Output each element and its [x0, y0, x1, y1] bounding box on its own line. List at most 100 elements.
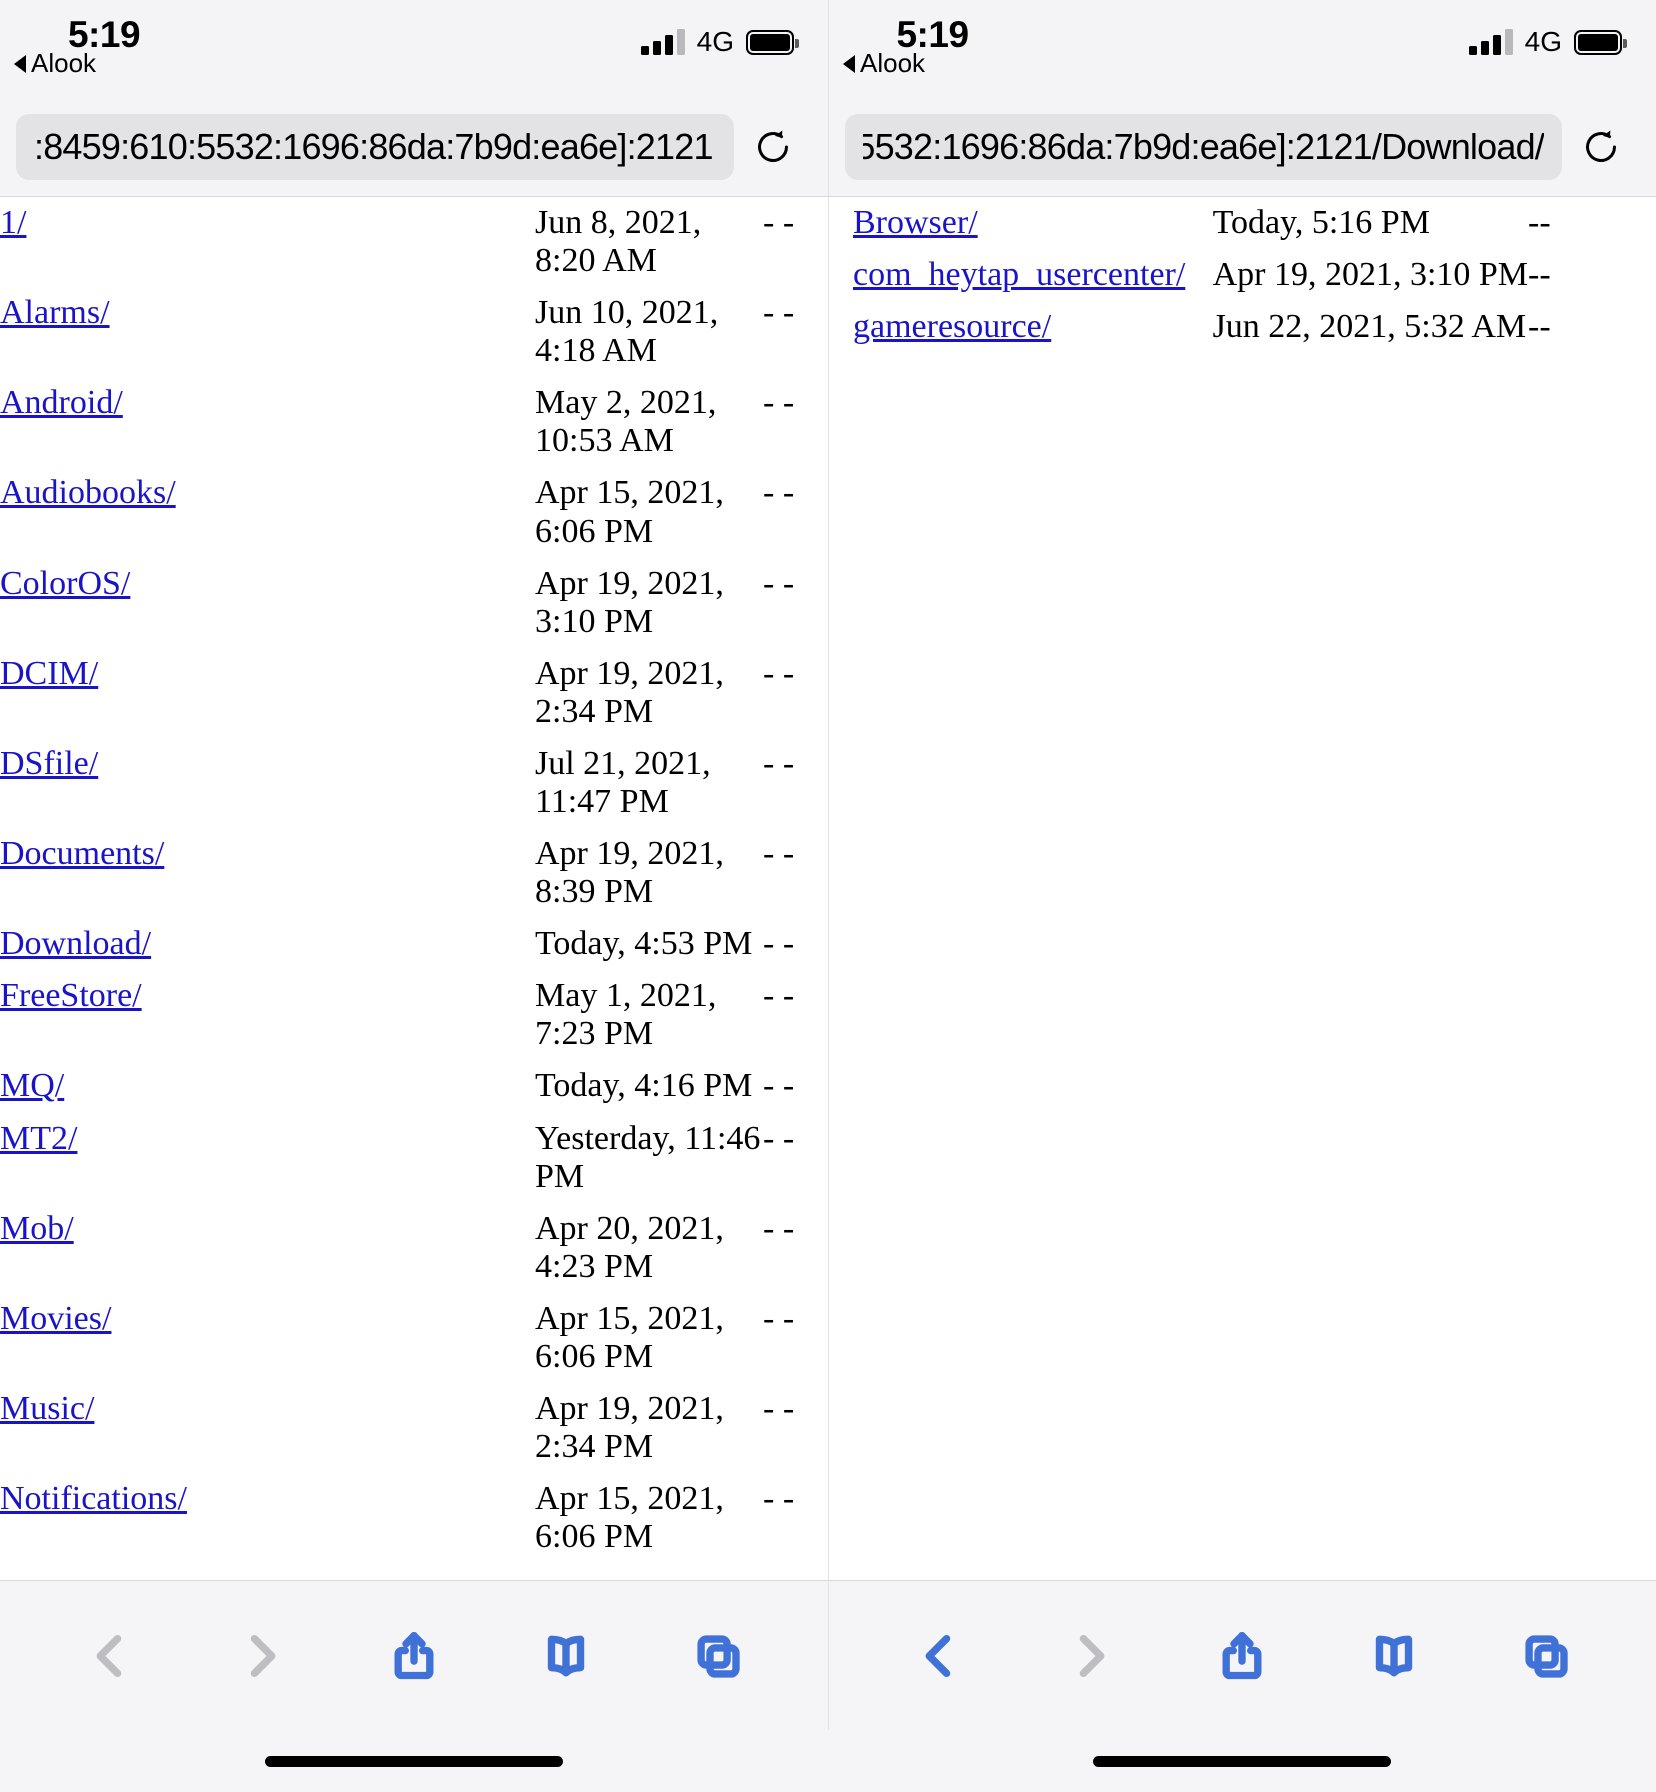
directory-link[interactable]: 1/	[0, 204, 26, 241]
size-cell: - -	[763, 744, 795, 782]
file-name-cell: DCIM/	[0, 648, 535, 738]
back-triangle-icon	[843, 54, 855, 73]
home-indicator[interactable]	[265, 1755, 563, 1767]
size-cell: - -	[763, 564, 795, 602]
table-row: Alarms/Jun 10, 2021, 4:18 AM - -	[0, 287, 800, 377]
back-to-app-link-left[interactable]: Alook	[14, 48, 96, 79]
home-indicator[interactable]	[1093, 1755, 1391, 1767]
back-triangle-icon	[14, 54, 26, 73]
directory-link[interactable]: ColorOS/	[0, 565, 130, 602]
table-row: Android/May 2, 2021, 10:53 AM - -	[0, 377, 800, 467]
directory-link[interactable]: Notifications/	[0, 1480, 187, 1517]
size-cell: - -	[763, 654, 795, 692]
size-cell: - -	[763, 1390, 795, 1428]
book-icon	[1376, 1635, 1413, 1676]
modified-date-cell: Apr 15, 2021, 6:06 PM	[535, 1480, 724, 1556]
file-name-cell: MQ/	[0, 1060, 535, 1112]
table-row: Movies/Apr 15, 2021, 6:06 PM - -	[0, 1293, 800, 1383]
file-name-cell: FreeStore/	[0, 970, 535, 1060]
back-to-app-link-right[interactable]: Alook	[843, 48, 925, 79]
modified-date-cell: Today, 5:16 PM	[1212, 204, 1430, 241]
chevron-right-icon	[250, 1634, 276, 1677]
share-button[interactable]	[1201, 1615, 1283, 1697]
directory-link[interactable]: Browser/	[853, 204, 978, 241]
file-name-cell: 1/	[0, 197, 535, 287]
directory-link[interactable]: DCIM/	[0, 655, 98, 692]
book-icon	[547, 1635, 585, 1676]
table-row: MT2/Yesterday, 11:46 PM - -	[0, 1113, 800, 1203]
file-name-cell: Download/	[0, 918, 535, 970]
forward-button[interactable]	[221, 1615, 303, 1697]
left-directory-listing-pane[interactable]: 1/Jun 8, 2021, 8:20 AM - - Alarms/Jun 10, …	[0, 197, 828, 1580]
directory-link[interactable]: DSfile/	[0, 745, 98, 782]
back-to-app-label: Alook	[31, 48, 97, 78]
size-cell: - -	[763, 977, 795, 1015]
tabs-icon	[697, 1634, 740, 1678]
table-row: DSfile/Jul 21, 2021, 11:47 PM - -	[0, 738, 800, 828]
right-listing-table: Browser/Today, 5:16 PM -- com_heytap_userc…	[829, 197, 1589, 353]
file-name-cell: Documents/	[0, 828, 535, 918]
directory-link[interactable]: Download/	[0, 925, 151, 962]
right-url-field[interactable]: 5532:1696:86da:7b9d:ea6e]:2121/Download/	[845, 114, 1562, 180]
tabs-button[interactable]	[677, 1615, 759, 1697]
table-row: ColorOS/Apr 19, 2021, 3:10 PM - -	[0, 558, 800, 648]
size-cell: - -	[763, 294, 795, 332]
content-row: 1/Jun 8, 2021, 8:20 AM - - Alarms/Jun 10, …	[0, 196, 1656, 1580]
right-directory-listing-pane[interactable]: Browser/Today, 5:16 PM -- com_heytap_userc…	[828, 197, 1656, 1580]
right-url-text: 5532:1696:86da:7b9d:ea6e]:2121/Download/	[863, 126, 1544, 167]
size-cell: --	[1528, 308, 1551, 346]
modified-date-cell: Apr 19, 2021, 3:10 PM	[535, 564, 724, 640]
modified-date-cell: Apr 15, 2021, 6:06 PM	[535, 1299, 724, 1375]
right-url-row: 5532:1696:86da:7b9d:ea6e]:2121/Download/	[829, 114, 1656, 180]
directory-link[interactable]: com_heytap_usercenter/	[853, 256, 1185, 293]
file-name-cell: Alarms/	[0, 287, 535, 377]
left-url-field[interactable]: :8459:610:5532:1696:86da:7b9d:ea6e]:2121	[16, 114, 734, 180]
directory-link[interactable]: FreeStore/	[0, 977, 142, 1014]
chevron-left-icon	[96, 1634, 122, 1677]
table-row: FreeStore/May 1, 2021, 7:23 PM - -	[0, 970, 800, 1060]
file-name-cell: Android/	[0, 377, 535, 467]
size-cell: - -	[763, 204, 795, 241]
modified-date-cell: Today, 4:53 PM	[535, 925, 753, 963]
directory-link[interactable]: MT2/	[0, 1120, 77, 1157]
forward-button[interactable]	[1050, 1615, 1132, 1697]
modified-date-cell: May 1, 2021, 7:23 PM	[535, 977, 717, 1053]
tabs-button[interactable]	[1505, 1615, 1587, 1697]
browser-chrome-row: 5:19 4G Alook :8459:610:5532:1696:86da:7…	[0, 0, 1656, 196]
directory-link[interactable]: Music/	[0, 1390, 94, 1427]
modified-date-cell: Yesterday, 11:46 PM	[535, 1119, 761, 1195]
directory-link[interactable]: Android/	[0, 384, 123, 421]
size-cell: - -	[763, 1119, 795, 1157]
file-name-cell: Movies/	[0, 1293, 535, 1383]
share-button[interactable]	[373, 1615, 455, 1697]
bookmarks-button[interactable]	[525, 1615, 607, 1697]
size-cell: - -	[763, 925, 795, 963]
directory-link[interactable]: Documents/	[0, 835, 164, 872]
right-pane-chrome: 5:19 4G Alook 5532:1696:86da:7b9d:ea6e]:…	[828, 0, 1656, 196]
left-reload-button[interactable]	[734, 114, 812, 180]
modified-date-cell: Apr 20, 2021, 4:23 PM	[535, 1209, 724, 1285]
directory-link[interactable]: Audiobooks/	[0, 474, 176, 511]
table-row: Mob/Apr 20, 2021, 4:23 PM - -	[0, 1203, 800, 1293]
table-row: 1/Jun 8, 2021, 8:20 AM - -	[0, 197, 800, 287]
size-cell: --	[1528, 256, 1551, 294]
right-reload-button[interactable]	[1562, 114, 1640, 180]
back-button[interactable]	[69, 1615, 151, 1697]
directory-link[interactable]: Mob/	[0, 1210, 74, 1247]
directory-link[interactable]: gameresource/	[853, 308, 1051, 345]
right-listing-body: Browser/Today, 5:16 PM -- com_heytap_userc…	[829, 197, 1589, 353]
directory-link[interactable]: Movies/	[0, 1300, 111, 1337]
modified-date-cell: Apr 19, 2021, 2:34 PM	[535, 1390, 724, 1466]
left-listing-table: 1/Jun 8, 2021, 8:20 AM - - Alarms/Jun 10, …	[0, 197, 800, 1563]
directory-link[interactable]: Alarms/	[0, 294, 110, 331]
file-name-cell: Notifications/	[0, 1473, 535, 1563]
size-cell: - -	[763, 474, 795, 512]
reload-icon	[1586, 130, 1616, 162]
file-name-cell: Audiobooks/	[0, 467, 535, 557]
table-row: gameresource/Jun 22, 2021, 5:32 AM --	[829, 301, 1589, 353]
modified-date-cell: Apr 19, 2021, 2:34 PM	[535, 654, 724, 730]
modified-date-cell: Apr 15, 2021, 6:06 PM	[535, 474, 724, 550]
directory-link[interactable]: MQ/	[0, 1067, 64, 1104]
bookmarks-button[interactable]	[1353, 1615, 1435, 1697]
back-button[interactable]	[898, 1615, 980, 1697]
